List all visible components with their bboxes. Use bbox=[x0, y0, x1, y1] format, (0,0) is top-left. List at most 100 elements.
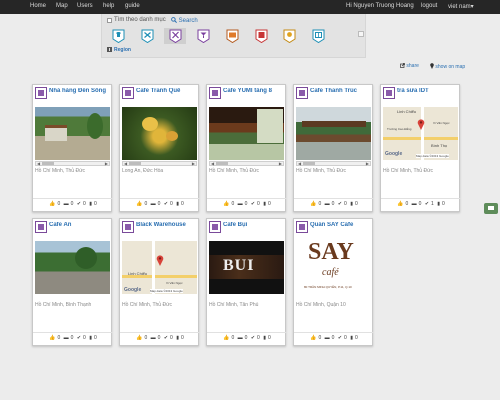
place-address: Hồ Chí Minh, Thủ Đức bbox=[296, 168, 346, 174]
scrollbar-thumb[interactable] bbox=[129, 162, 141, 165]
place-address: Hồ Chí Minh, Tân Phú bbox=[209, 302, 259, 308]
image-scrollbar[interactable]: ◀ ▶ bbox=[35, 161, 110, 166]
place-title[interactable]: Cafe An bbox=[49, 222, 111, 228]
scroll-left-icon[interactable]: ◀ bbox=[124, 161, 127, 166]
cocktail-category-icon[interactable] bbox=[196, 29, 210, 43]
place-title[interactable]: Black Warehouse bbox=[136, 222, 198, 228]
comment-icon[interactable]: ▬ bbox=[238, 201, 243, 207]
checkin-icon[interactable]: ✔ bbox=[251, 335, 255, 341]
nav-home[interactable]: Home bbox=[30, 3, 46, 9]
scroll-right-icon[interactable]: ▶ bbox=[366, 161, 369, 166]
place-card[interactable]: Cafe Tranh Quê ◀ ▶ Long An, Đức Hòa 👍 0 ▬ 0… bbox=[119, 84, 200, 212]
bookmark-icon[interactable]: ▮ bbox=[350, 201, 353, 207]
bookmark-icon[interactable]: ▮ bbox=[89, 201, 92, 207]
like-icon[interactable]: 👍 bbox=[49, 201, 55, 207]
place-card[interactable]: Cafe Bụi BUI Hồ Chí Minh, Tân Phú 👍 0 ▬ 0 … bbox=[206, 218, 287, 346]
category-filter-checkbox[interactable] bbox=[107, 18, 112, 23]
place-address: Hồ Chí Minh, Thủ Đức bbox=[209, 168, 259, 174]
bookmark-icon[interactable]: ▮ bbox=[263, 335, 266, 341]
nav-language-dropdown[interactable]: viet nam▾ bbox=[448, 3, 474, 10]
scroll-right-icon[interactable]: ▶ bbox=[105, 161, 108, 166]
checkin-icon[interactable]: ✔ bbox=[338, 335, 342, 341]
map-pin-icon[interactable] bbox=[417, 119, 425, 130]
checkin-icon[interactable]: ✔ bbox=[77, 335, 81, 341]
feedback-button[interactable] bbox=[484, 203, 498, 214]
comment-icon[interactable]: ▬ bbox=[325, 335, 330, 341]
image-scrollbar[interactable]: ◀ ▶ bbox=[296, 161, 371, 166]
like-icon[interactable]: 👍 bbox=[223, 335, 229, 341]
checkin-icon[interactable]: ✔ bbox=[77, 201, 81, 207]
like-icon[interactable]: 👍 bbox=[397, 201, 403, 207]
nav-logout[interactable]: logout bbox=[421, 3, 437, 9]
place-card[interactable]: Black Warehouse Linh Chiểu Vi Văn Ngọc G… bbox=[119, 218, 200, 346]
scroll-left-icon[interactable]: ◀ bbox=[37, 161, 40, 166]
fork-knife-category-icon[interactable] bbox=[164, 28, 186, 44]
place-title[interactable]: trà sữa IDT bbox=[397, 88, 459, 94]
bookmark-icon[interactable]: ▮ bbox=[437, 201, 440, 207]
checkin-icon[interactable]: ✔ bbox=[425, 201, 429, 207]
show-on-map-link[interactable]: show on map bbox=[430, 63, 465, 70]
nav-user-greeting[interactable]: Hi Nguyen Truong Hoang bbox=[346, 3, 414, 9]
scroll-right-icon[interactable]: ▶ bbox=[192, 161, 195, 166]
tools-category-icon[interactable] bbox=[140, 29, 154, 43]
place-title[interactable]: Nhà hàng Đền Sông bbox=[49, 88, 111, 94]
comment-icon[interactable]: ▬ bbox=[64, 335, 69, 341]
like-icon[interactable]: 👍 bbox=[310, 201, 316, 207]
bulb-category-icon[interactable] bbox=[282, 29, 296, 43]
bookmark-icon[interactable]: ▮ bbox=[263, 201, 266, 207]
comment-icon[interactable]: ▬ bbox=[238, 335, 243, 341]
like-icon[interactable]: 👍 bbox=[310, 335, 316, 341]
place-title[interactable]: Quán SAY Cafe bbox=[310, 222, 372, 228]
comment-icon[interactable]: ▬ bbox=[64, 201, 69, 207]
checkin-icon[interactable]: ✔ bbox=[164, 335, 168, 341]
place-card[interactable]: trà sữa IDT Linh Chiểu Vi Văn Ngọc Trườn… bbox=[380, 84, 461, 212]
like-icon[interactable]: 👍 bbox=[136, 335, 142, 341]
region-filter-link[interactable]: Region bbox=[107, 47, 131, 53]
search-link[interactable]: Search bbox=[171, 17, 198, 24]
film-category-icon[interactable] bbox=[225, 29, 239, 43]
place-logo: SAY café 80 TRẦN MINH QUYỀN, P.11, Q.10 bbox=[296, 241, 371, 294]
place-title[interactable]: Cafe YUMI tầng 8 bbox=[223, 88, 285, 94]
nav-help[interactable]: help bbox=[103, 3, 114, 9]
bookmark-icon[interactable]: ▮ bbox=[350, 335, 353, 341]
place-title[interactable]: Cafe Bụi bbox=[223, 222, 285, 228]
like-icon[interactable]: 👍 bbox=[223, 201, 229, 207]
share-link[interactable]: share bbox=[400, 63, 419, 69]
bookmark-icon[interactable]: ▮ bbox=[89, 335, 92, 341]
comment-icon[interactable]: ▬ bbox=[325, 201, 330, 207]
place-card[interactable]: Nhà hàng Đền Sông ◀ ▶ Hồ Chí Minh, Thủ Đứ… bbox=[32, 84, 113, 212]
image-scrollbar[interactable]: ◀ ▶ bbox=[209, 161, 284, 166]
scrollbar-thumb[interactable] bbox=[303, 162, 315, 165]
comment-icon[interactable]: ▬ bbox=[412, 201, 417, 207]
place-card[interactable]: Cafe Thanh Trúc ◀ ▶ Hồ Chí Minh, Thủ Đức … bbox=[293, 84, 374, 212]
scroll-right-icon[interactable]: ▶ bbox=[279, 161, 282, 166]
place-title[interactable]: Cafe Thanh Trúc bbox=[310, 88, 372, 94]
comment-icon[interactable]: ▬ bbox=[151, 335, 156, 341]
place-card[interactable]: Cafe An Hồ Chí Minh, Bình Thạnh 👍 0 ▬ 0 ✔ 0… bbox=[32, 218, 113, 346]
scroll-left-icon[interactable]: ◀ bbox=[298, 161, 301, 166]
map-pin-icon[interactable] bbox=[156, 255, 164, 266]
building-category-icon[interactable] bbox=[254, 29, 268, 43]
nav-guide[interactable]: guide bbox=[125, 3, 140, 9]
like-icon[interactable]: 👍 bbox=[136, 201, 142, 207]
shirt-category-icon[interactable] bbox=[111, 29, 125, 43]
like-icon[interactable]: 👍 bbox=[49, 335, 55, 341]
close-icon[interactable] bbox=[358, 31, 364, 37]
place-card[interactable]: Cafe YUMI tầng 8 ◀ ▶ Hồ Chí Minh, Thủ Đức… bbox=[206, 84, 287, 212]
bookmark-icon[interactable]: ▮ bbox=[176, 335, 179, 341]
image-scrollbar[interactable]: ◀ ▶ bbox=[122, 161, 197, 166]
place-card[interactable]: Quán SAY Cafe SAY café 80 TRẦN MINH QUYỀ… bbox=[293, 218, 374, 346]
scrollbar-thumb[interactable] bbox=[216, 162, 228, 165]
nav-users[interactable]: Users bbox=[77, 3, 93, 9]
nav-map[interactable]: Map bbox=[56, 3, 68, 9]
scroll-left-icon[interactable]: ◀ bbox=[211, 161, 214, 166]
checkins-count: 1 bbox=[431, 201, 434, 207]
comment-icon[interactable]: ▬ bbox=[151, 201, 156, 207]
checkin-icon[interactable]: ✔ bbox=[164, 201, 168, 207]
checkin-icon[interactable]: ✔ bbox=[251, 201, 255, 207]
book-category-icon[interactable] bbox=[311, 29, 325, 43]
scrollbar-thumb[interactable] bbox=[42, 162, 54, 165]
place-title[interactable]: Cafe Tranh Quê bbox=[136, 88, 198, 94]
bookmark-icon[interactable]: ▮ bbox=[176, 201, 179, 207]
checkin-icon[interactable]: ✔ bbox=[338, 201, 342, 207]
